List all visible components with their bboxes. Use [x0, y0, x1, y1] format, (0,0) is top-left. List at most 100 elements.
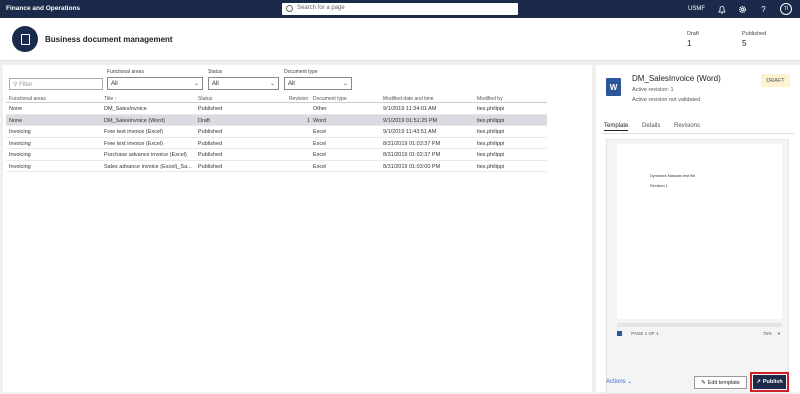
cell-document-type: Excel [313, 129, 327, 135]
status-select[interactable]: All ⌄ [208, 77, 279, 90]
details-title: DM_SalesInvoice (Word) [632, 74, 721, 83]
chevron-down-icon: ⌄ [342, 81, 348, 87]
cell-status: Published [198, 106, 223, 112]
cell-status: Published [198, 129, 223, 135]
cell-title: Sales advance invoice (Excel)_Sa... [104, 163, 192, 170]
cell-modified-by: ties.philippi [477, 129, 505, 135]
col-status[interactable]: Status [198, 96, 212, 102]
preview-scrollbar[interactable] [617, 323, 782, 327]
edit-icon: ✎ [701, 379, 706, 386]
col-modified-by[interactable]: Modified by [477, 96, 503, 102]
cell-modified-by: ties.philippi [477, 152, 505, 158]
preview-line-1: Dynamics Manuals test file [650, 174, 696, 178]
cell-title: DM_SalesInvoice (Word) [104, 117, 166, 124]
search-box[interactable]: Search for a page [282, 3, 518, 15]
app-title[interactable]: Finance and Operations [6, 5, 80, 12]
tab-template[interactable]: Template [604, 123, 629, 131]
word-small-icon [617, 331, 622, 337]
cell-modified-date: 8/31/2019 01:02:37 PM [383, 152, 441, 158]
publish-icon: ↗ [756, 379, 761, 385]
cell-modified-by: ties.philippi [477, 106, 505, 112]
published-count: 5 [742, 39, 747, 48]
cell-document-type: Word [313, 117, 327, 124]
cell-document-type: Excel [313, 152, 327, 158]
cell-title: Purchase advance invoice (Excel) [104, 152, 187, 158]
cell-revision: 1 [307, 117, 311, 124]
cell-functional-area: None [9, 106, 23, 112]
table-row[interactable]: Invoicing Purchase advance invoice (Exce… [6, 149, 547, 161]
cell-modified-date: 9/1/2019 11:43:51 AM [383, 129, 437, 135]
workspace-document-icon [12, 26, 38, 52]
draft-label: Draft [687, 31, 699, 37]
zoom-level[interactable]: 75% [763, 331, 772, 336]
cell-status: Published [198, 163, 223, 170]
preview-status-bar: PAGE 1 OF 1 75% ▾ [617, 331, 782, 337]
filter-icon: ⚲ [13, 82, 18, 88]
tab-revisions[interactable]: Revisions [674, 123, 700, 129]
grid-header: Functional areas Title ↑ Status Revision… [6, 93, 547, 103]
cell-functional-area: Invoicing [9, 140, 31, 147]
top-navigation-bar: Finance and Operations Search for a page… [0, 0, 800, 18]
search-icon [286, 5, 293, 12]
word-document-icon: W [606, 78, 621, 96]
gear-icon[interactable] [738, 5, 747, 14]
table-row-selected[interactable]: None DM_SalesInvoice (Word) Draft 1 Word… [6, 114, 547, 126]
actions-menu-button[interactable]: Actions ⌄ [606, 378, 632, 385]
page-header: Business document management Draft 1 Pub… [0, 18, 800, 61]
documents-grid: Functional areas Title ↑ Status Revision… [6, 93, 547, 172]
company-selector[interactable]: USMF [688, 6, 705, 12]
document-type-select[interactable]: All ⌄ [284, 77, 352, 90]
cell-status: Published [198, 152, 223, 158]
document-details-panel: W DM_SalesInvoice (Word) Active revision… [596, 65, 800, 394]
cell-functional-area: Invoicing [9, 163, 31, 170]
document-list-panel: ⚲ Filter Functional areas All ⌄ Status A… [3, 65, 592, 392]
tab-details[interactable]: Details [642, 123, 660, 129]
preview-page: Dynamics Manuals test file Revision 1 [617, 144, 782, 319]
avatar[interactable]: TI [780, 3, 792, 15]
publish-button[interactable]: ↗ Publish [750, 372, 789, 392]
col-title[interactable]: Title ↑ [104, 96, 117, 102]
functional-areas-label: Functional areas [107, 69, 144, 75]
zoom-chevron-icon[interactable]: ▾ [778, 331, 780, 337]
functional-areas-value: All [111, 81, 118, 87]
draft-tile[interactable]: Draft 1 [687, 31, 699, 48]
cell-functional-area: Invoicing [9, 129, 31, 135]
chevron-down-icon: ⌄ [193, 81, 199, 87]
page-title: Business document management [45, 35, 173, 44]
cell-modified-by: ties.philippi [477, 163, 505, 170]
functional-areas-select[interactable]: All ⌄ [107, 77, 203, 90]
cell-document-type: Excel [313, 163, 327, 170]
document-type-value: All [288, 81, 295, 87]
table-row[interactable]: Invoicing Sales advance invoice (Excel)_… [6, 161, 547, 172]
filter-input[interactable]: ⚲ Filter [9, 78, 103, 90]
edit-template-button[interactable]: ✎ Edit template [694, 376, 747, 389]
chevron-down-icon: ⌄ [269, 81, 275, 87]
published-tile[interactable]: Published 5 [742, 31, 766, 48]
col-modified-date[interactable]: Modified date and time [383, 96, 434, 102]
topbar-actions: USMF ? TI [688, 3, 792, 15]
filter-placeholder: Filter [19, 82, 33, 88]
search-input[interactable]: Search for a page [297, 5, 345, 11]
cell-modified-date: 9/1/2019 11:34:01 AM [383, 106, 437, 112]
bell-icon[interactable] [717, 5, 726, 14]
validation-status-text: Active revision not validated [632, 97, 701, 103]
draft-count: 1 [687, 39, 692, 48]
cell-modified-date: 8/31/2019 01:03:00 PM [383, 163, 441, 170]
cell-functional-area: None [9, 117, 23, 124]
table-row[interactable]: None DM_SalesInvoice Published Other 9/1… [6, 103, 547, 115]
cell-title: Free text invoice (Excel) [104, 140, 163, 147]
tab-divider [602, 133, 794, 134]
cell-document-type: Other [313, 106, 327, 112]
cell-title: Free text invoice (Excel) [104, 129, 163, 135]
cell-document-type: Excel [313, 140, 327, 147]
status-label: Status [208, 69, 223, 75]
document-type-label: Document type [284, 69, 318, 75]
cell-title: DM_SalesInvoice [104, 106, 147, 112]
col-functional-areas[interactable]: Functional areas [9, 96, 46, 102]
template-preview[interactable]: Dynamics Manuals test file Revision 1 PA… [606, 139, 789, 394]
col-document-type[interactable]: Document type [313, 96, 347, 102]
table-row[interactable]: Invoicing Free text invoice (Excel) Publ… [6, 126, 547, 138]
col-revision[interactable]: Revision [289, 96, 308, 102]
help-icon[interactable]: ? [759, 5, 768, 14]
table-row[interactable]: Invoicing Free text invoice (Excel) Publ… [6, 138, 547, 149]
